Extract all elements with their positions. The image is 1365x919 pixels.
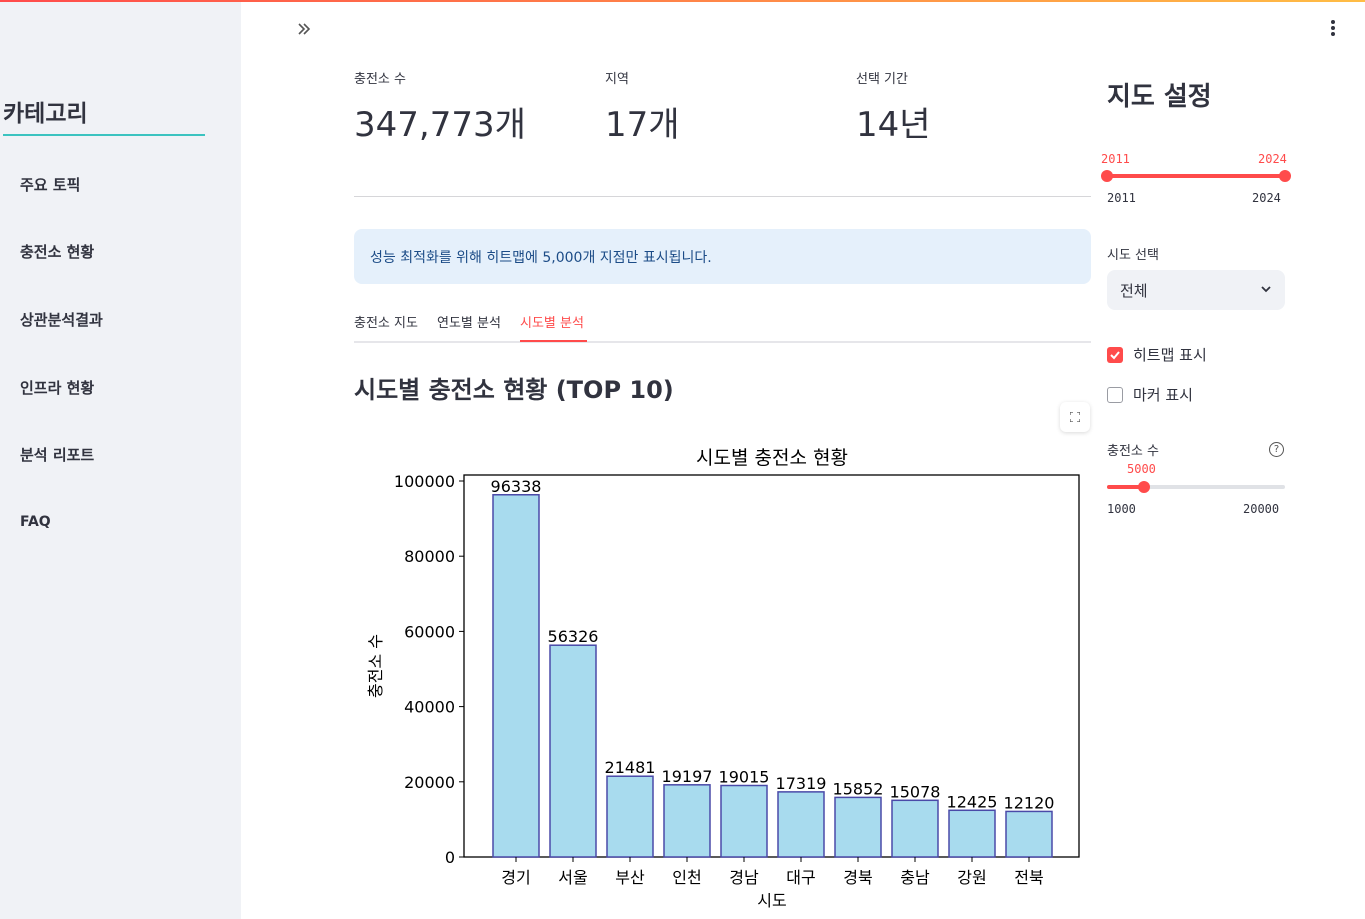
marker-checkbox[interactable]: 마커 표시: [1107, 384, 1193, 405]
chart-bar: [834, 796, 882, 858]
region-select-value: 전체: [1120, 282, 1148, 300]
fullscreen-icon: [1070, 412, 1080, 422]
chart-y-tick-label: 40000: [404, 698, 455, 717]
chart-x-tick-label: 부산: [615, 868, 645, 887]
year-slider-max-bound: 2024: [1252, 191, 1281, 205]
info-alert: 성능 최적화를 위해 히트맵에 5,000개 지점만 표시됩니다.: [354, 229, 1091, 284]
chart-data-label: 19015: [719, 768, 770, 787]
count-slider-handle[interactable]: [1138, 481, 1150, 493]
metric-value: 17개: [605, 105, 680, 145]
chevron-down-icon: [1261, 286, 1271, 293]
chart-bar: [663, 784, 711, 858]
chart-title: 시도별 충전소 현황: [696, 447, 848, 469]
chart-y-tick-label: 60000: [404, 622, 455, 641]
chart-y-tick-label: 100000: [394, 472, 455, 491]
metric-period: 선택 기간 14년: [856, 68, 931, 146]
settings-title: 지도 설정: [1107, 82, 1212, 112]
year-slider-max-value: 2024: [1258, 152, 1287, 166]
expand-sidebar-icon[interactable]: [296, 18, 312, 42]
fullscreen-button[interactable]: [1060, 402, 1090, 432]
year-slider-min-handle[interactable]: [1101, 170, 1113, 182]
year-slider-min-bound: 2011: [1107, 191, 1136, 205]
tab-region-analysis[interactable]: 시도별 분석: [520, 312, 584, 331]
year-slider-max-handle[interactable]: [1279, 170, 1291, 182]
section-title: 시도별 충전소 현황 (TOP 10): [354, 376, 674, 404]
chart-bar: [891, 799, 939, 858]
tab-yearly-analysis[interactable]: 연도별 분석: [437, 312, 501, 331]
metric-label: 지역: [605, 72, 629, 87]
chart-data-label: 96338: [491, 477, 542, 496]
chart-bar: [720, 784, 768, 858]
count-slider-max-bound: 20000: [1243, 502, 1280, 516]
heatmap-checkbox[interactable]: 히트맵 표시: [1107, 344, 1207, 365]
chart-bar: [606, 775, 654, 858]
chart-data-label: 17319: [776, 774, 827, 793]
chart-x-tick-label: 서울: [558, 868, 587, 887]
chart-bar: [549, 644, 597, 858]
chart-ylabel: 충전소 수: [366, 634, 385, 698]
metric-value: 14년: [856, 105, 931, 145]
count-slider-label: 충전소 수: [1107, 444, 1159, 459]
year-slider-track: [1107, 174, 1285, 178]
chart-bar: [948, 809, 996, 858]
sidebar-item-faq[interactable]: FAQ: [20, 514, 51, 530]
marker-checkbox-label: 마커 표시: [1133, 386, 1193, 404]
chart-bar: [492, 494, 540, 858]
chart-x-tick-label: 전북: [1014, 868, 1043, 887]
tab-station-map[interactable]: 충전소 지도: [354, 312, 418, 331]
count-slider-min-bound: 1000: [1107, 502, 1136, 516]
chart-x-tick-label: 강원: [957, 868, 986, 887]
chart-data-label: 12120: [1004, 793, 1055, 812]
metric-label: 선택 기간: [856, 72, 908, 87]
chart-x-tick-label: 충남: [900, 868, 930, 887]
chart-xlabel: 시도: [757, 891, 786, 910]
sidebar-item-report[interactable]: 분석 리포트: [20, 444, 94, 465]
chart-data-label: 15078: [890, 782, 941, 801]
metric-label: 충전소 수: [354, 72, 406, 87]
help-icon[interactable]: ?: [1269, 442, 1284, 457]
checkbox-unchecked-icon: [1107, 386, 1123, 403]
chart-y-tick-label: 20000: [404, 773, 455, 792]
sidebar-item-stations[interactable]: 충전소 현황: [20, 241, 94, 262]
heatmap-checkbox-label: 히트맵 표시: [1133, 346, 1207, 364]
metric-stations: 충전소 수 347,773개: [354, 68, 526, 146]
chart-x-tick-label: 대구: [786, 868, 815, 887]
chart-bar: [1005, 810, 1053, 858]
bar-chart: 시도별 충전소 현황 96338 56326 21481 19197 19015 1731…: [366, 447, 1080, 910]
chart-bar: [777, 791, 825, 858]
sidebar-title: 카테고리: [3, 101, 88, 127]
sidebar: 카테고리 주요 토픽 충전소 현황 상관분석결과 인프라 현황 분석 리포트 F…: [0, 2, 241, 919]
region-select[interactable]: 전체: [1107, 270, 1285, 310]
divider: [354, 196, 1091, 197]
chart-y-tick-label: 0: [445, 848, 455, 867]
chart-data-label: 19197: [662, 767, 713, 786]
year-slider-min-value: 2011: [1101, 152, 1130, 166]
chart-x-tick-label: 경남: [729, 868, 759, 887]
chart-x-tick-label: 경기: [501, 868, 530, 887]
tab-bar: 충전소 지도 연도별 분석 시도별 분석: [354, 300, 1091, 343]
checkbox-checked-icon: [1107, 346, 1123, 363]
count-slider-value: 5000: [1127, 462, 1156, 476]
sidebar-item-topics[interactable]: 주요 토픽: [20, 174, 80, 195]
chart-x-tick-label: 경북: [843, 868, 872, 887]
main-menu-icon[interactable]: [1325, 20, 1341, 40]
chart-data-label: 21481: [605, 758, 656, 777]
chart-data-label: 15852: [833, 779, 884, 798]
chart-y-tick-label: 80000: [404, 547, 455, 566]
metric-regions: 지역 17개: [605, 68, 680, 146]
sidebar-item-correlation[interactable]: 상관분석결과: [20, 309, 103, 330]
chart-data-label: 56326: [548, 627, 599, 646]
sidebar-item-infra[interactable]: 인프라 현황: [20, 377, 94, 398]
active-tab-indicator: [520, 340, 587, 342]
region-select-label: 시도 선택: [1107, 248, 1159, 263]
metric-value: 347,773개: [354, 105, 526, 145]
chart-data-label: 12425: [947, 792, 998, 811]
sidebar-title-underline: [3, 134, 205, 136]
chart-x-tick-label: 인천: [672, 868, 701, 887]
